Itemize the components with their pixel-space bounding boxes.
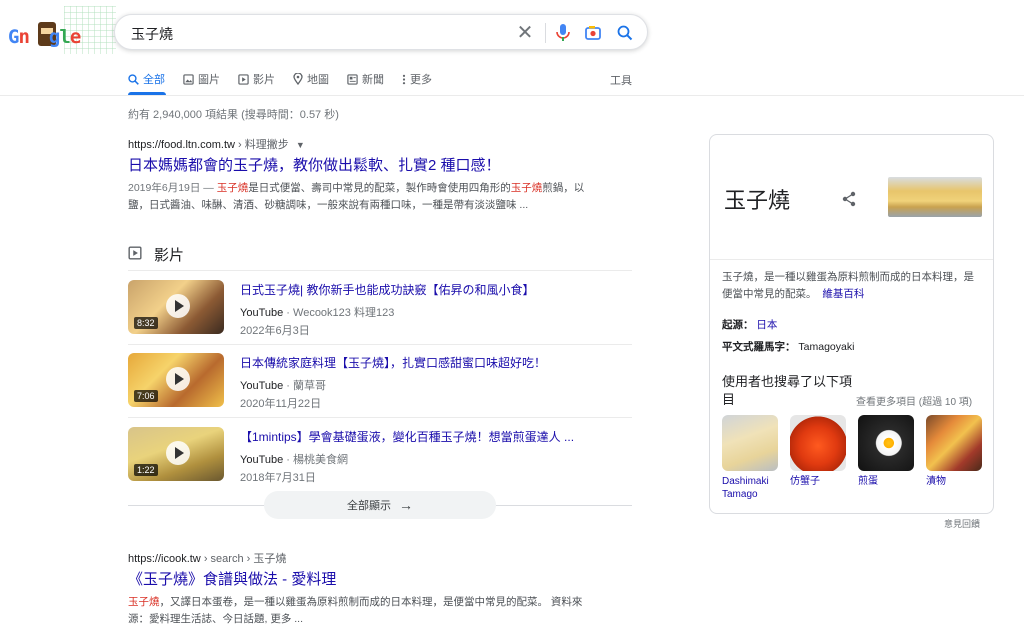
related-item[interactable]: 煎蛋 [858, 415, 916, 501]
microphone-icon[interactable] [553, 23, 573, 43]
result-title-link[interactable]: 日本媽媽都會的玉子燒，教你做出鬆軟、扎實2 種口感！ [128, 156, 598, 176]
search-input[interactable]: 玉子燒 [131, 24, 173, 44]
kp-fact-origin: 起源： 日本 [722, 319, 778, 331]
knowledge-panel: 玉子燒 玉子燒，是一種以雞蛋為原料煎制而成的日本料理，是便當中常見的配菜。 維基… [709, 134, 994, 514]
origin-link[interactable]: 日本 [756, 319, 777, 331]
tab-news[interactable]: 新聞 [347, 70, 384, 88]
video-duration: 1:22 [134, 464, 158, 476]
video-result[interactable]: 1:22 【1mintips】學會基礎蛋液，變化百種玉子燒！想當煎蛋達人 ...… [128, 427, 632, 487]
kp-fact-romanization: 平文式羅馬字： Tamagoyaki [722, 341, 855, 353]
video-date: 2020年11月22日 [240, 398, 322, 410]
tab-videos[interactable]: 影片 [238, 70, 275, 88]
result-title-link[interactable]: 《玉子燒》食譜與做法 - 愛料理 [128, 570, 598, 590]
play-icon [166, 367, 190, 391]
divider [128, 417, 632, 418]
kp-image[interactable] [888, 177, 982, 217]
divider [128, 344, 632, 345]
search-icon [128, 73, 139, 85]
video-result[interactable]: 8:32 日式玉子燒| 教你新手也能成功訣竅【佑昇の和風小食】 YouTube … [128, 280, 632, 340]
related-item-image [926, 415, 982, 471]
result-cite[interactable]: https://food.ltn.com.tw › 料理撇步 ▼ [128, 136, 598, 152]
tab-maps[interactable]: 地圖 [293, 70, 329, 88]
video-source: YouTube · Wecook123 料理123 [240, 307, 395, 319]
search-result: https://food.ltn.com.tw › 料理撇步 ▼ 日本媽媽都會的… [128, 136, 598, 214]
arrow-right-icon: → [399, 497, 413, 513]
logo-text: Gn gle [8, 26, 81, 48]
show-all-videos-button[interactable]: 全部顯示 → [264, 491, 496, 519]
tab-more[interactable]: 更多 [402, 70, 432, 88]
google-doodle-logo[interactable]: Gn gle [4, 6, 116, 56]
search-divider [545, 23, 546, 43]
divider [128, 270, 632, 271]
search-box[interactable]: 玉子燒 ✕ [114, 14, 648, 50]
video-duration: 7:06 [134, 390, 158, 402]
result-cite[interactable]: https://icook.tw › search › 玉子燒 [128, 550, 598, 566]
play-icon [166, 441, 190, 465]
view-more-link[interactable]: 查看更多項目 (超過 10 項) [856, 393, 972, 408]
search-tabs: 全部 圖片 影片 地圖 新聞 更多 [128, 70, 450, 94]
video-thumbnail[interactable]: 8:32 [128, 280, 224, 334]
video-icon [128, 245, 142, 264]
related-item-image [790, 415, 846, 471]
videos-heading: 影片 [128, 244, 184, 265]
clear-icon[interactable]: ✕ [515, 23, 535, 43]
video-date: 2018年7月31日 [240, 472, 316, 484]
kp-description: 玉子燒，是一種以雞蛋為原料煎制而成的日本料理，是便當中常見的配菜。 維基百科 [722, 271, 974, 300]
play-icon [166, 294, 190, 318]
tab-images[interactable]: 圖片 [183, 70, 220, 88]
result-snippet: 2019年6月19日 — 玉子燒是日式便當、壽司中常見的配菜，製作時會使用四角形… [128, 182, 585, 211]
related-item-image [722, 415, 778, 471]
related-item[interactable]: 仿蟹子 [790, 415, 848, 501]
map-pin-icon [293, 73, 303, 85]
related-item-image [858, 415, 914, 471]
share-icon[interactable] [841, 191, 857, 212]
search-icon[interactable] [615, 23, 635, 43]
news-icon [347, 73, 358, 85]
video-title-link[interactable]: 日本傳統家庭料理【玉子燒】，扎實口感甜蜜口味超好吃！ [240, 355, 546, 371]
related-item[interactable]: Dashimaki Tamago [722, 415, 780, 501]
video-result[interactable]: 7:06 日本傳統家庭料理【玉子燒】，扎實口感甜蜜口味超好吃！ YouTube … [128, 353, 632, 413]
result-snippet: 玉子燒，又譯日本蛋卷，是一種以雞蛋為原料煎制而成的日本料理，是便當中常見的配菜。… [128, 596, 583, 624]
tools-button[interactable]: 工具 [610, 72, 632, 88]
kp-title: 玉子燒 [724, 188, 791, 213]
wikipedia-link[interactable]: 維基百科 [822, 288, 864, 300]
tab-all[interactable]: 全部 [128, 70, 165, 88]
divider [710, 259, 993, 260]
related-items: Dashimaki Tamago 仿蟹子 煎蛋 漬物 [722, 415, 994, 501]
video-date: 2022年6月3日 [240, 325, 310, 337]
video-duration: 8:32 [134, 317, 158, 329]
video-source: YouTube · 蘭草哥 [240, 380, 327, 392]
video-title-link[interactable]: 【1mintips】學會基礎蛋液，變化百種玉子燒！想當煎蛋達人 ... [240, 429, 574, 445]
video-thumbnail[interactable]: 7:06 [128, 353, 224, 407]
chevron-down-icon[interactable]: ▼ [296, 140, 305, 150]
result-stats: 約有 2,940,000 項結果 (搜尋時間：0.57 秒) [128, 109, 339, 121]
header-divider [0, 95, 1024, 96]
people-also-search-heading: 使用者也搜尋了以下項目 [722, 374, 853, 407]
video-thumbnail[interactable]: 1:22 [128, 427, 224, 481]
search-result: https://icook.tw › search › 玉子燒 《玉子燒》食譜與… [128, 550, 598, 624]
more-vert-icon [402, 74, 406, 85]
feedback-link[interactable]: 意見回饋 [944, 517, 980, 530]
related-item[interactable]: 漬物 [926, 415, 984, 501]
video-title-link[interactable]: 日式玉子燒| 教你新手也能成功訣竅【佑昇の和風小食】 [240, 282, 534, 298]
camera-lens-icon[interactable] [583, 23, 603, 43]
video-source: YouTube · 楊桃美食網 [240, 454, 349, 466]
video-icon [238, 73, 249, 85]
image-icon [183, 73, 194, 85]
